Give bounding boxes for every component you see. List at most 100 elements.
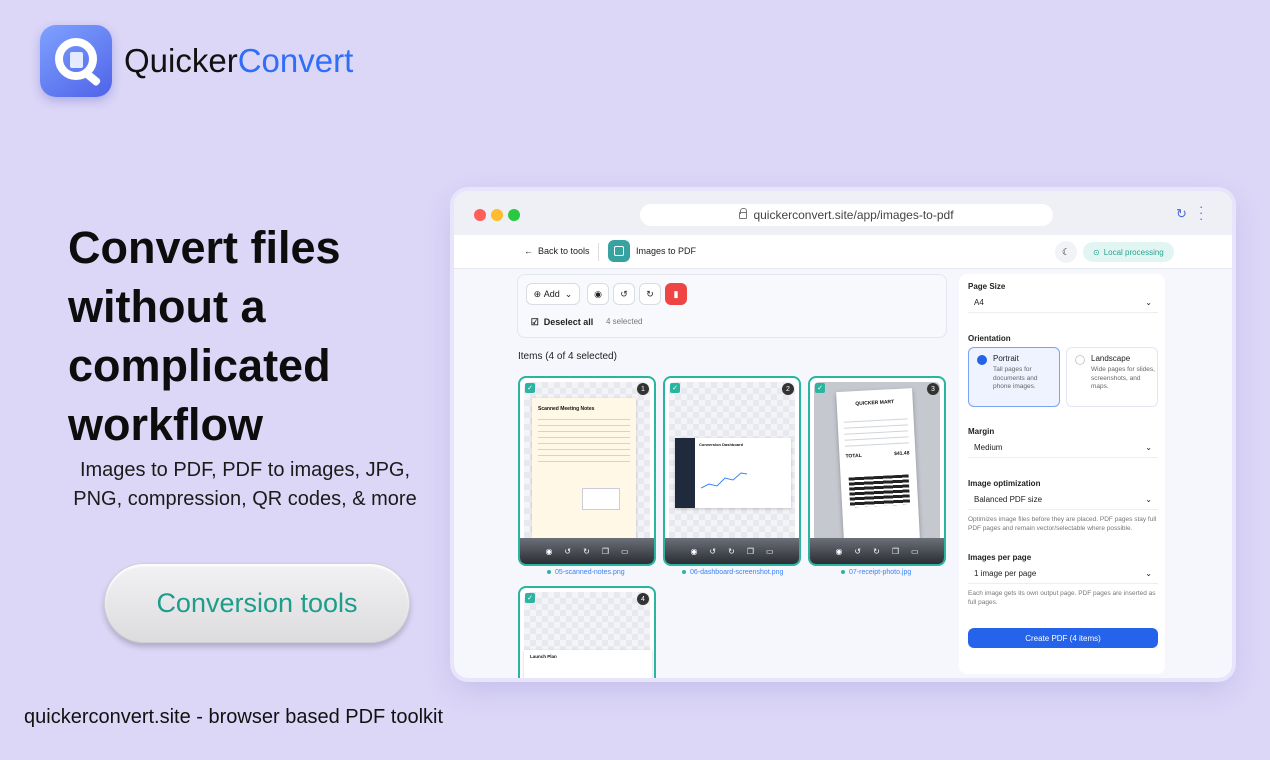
shield-check-icon: ⊙ xyxy=(1093,247,1100,257)
item-card[interactable]: QUICKER MART TOTAL $41.48 ✓ 3 ◉ ↺ ↻ ❐ ▭ xyxy=(808,376,946,566)
hero-headline: Convert files without a complicated work… xyxy=(68,222,341,450)
item-filename: 07-receipt-photo.jpg xyxy=(841,569,911,576)
images-per-page-select[interactable]: 1 image per page ⌄ xyxy=(968,564,1158,584)
item-card[interactable]: Conversion Dashboard ✓ 2 ◉ ↺ ↻ ❐ ▭ xyxy=(663,376,801,566)
optimization-select[interactable]: Balanced PDF size ⌄ xyxy=(968,490,1158,510)
back-to-tools-link[interactable]: ← Back to tools xyxy=(524,246,590,256)
image-icon xyxy=(608,240,630,262)
divider xyxy=(598,243,599,261)
portrait-option[interactable]: Portrait Tall pages for documents and ph… xyxy=(968,347,1060,407)
tool-title: Images to PDF xyxy=(636,246,697,256)
close-window-icon[interactable] xyxy=(474,209,486,221)
item-actions: ◉ ↺ ↻ ❐ ▭ xyxy=(665,538,799,564)
address-bar[interactable]: quickerconvert.site/app/images-to-pdf xyxy=(640,204,1053,226)
page-size-select[interactable]: A4 ⌄ xyxy=(968,293,1158,313)
rotate-left-icon[interactable]: ↺ xyxy=(709,547,716,556)
item-filename: 05-scanned-notes.png xyxy=(547,569,625,576)
trash-icon[interactable]: ▭ xyxy=(621,547,629,556)
rotate-right-icon: ↻ xyxy=(646,288,654,299)
chevron-down-icon: ⌄ xyxy=(1145,569,1152,578)
items-title: Items (4 of 4 selected) xyxy=(518,351,617,362)
item-number: 4 xyxy=(637,593,649,605)
landscape-option[interactable]: Landscape Wide pages for slides, screens… xyxy=(1066,347,1158,407)
chevron-down-icon: ⌄ xyxy=(1145,443,1152,452)
preview-eye-button[interactable]: ◉ xyxy=(587,283,609,305)
check-icon[interactable]: ✓ xyxy=(525,383,535,393)
margin-label: Margin xyxy=(968,427,995,436)
delete-button[interactable]: ▮ xyxy=(665,283,687,305)
trash-icon[interactable]: ▭ xyxy=(766,547,774,556)
preview-thumbnail: Conversion Dashboard xyxy=(675,438,791,508)
duplicate-icon[interactable]: ❐ xyxy=(747,547,754,556)
item-card[interactable]: Launch Plan ✓ 4 xyxy=(518,586,656,678)
margin-select[interactable]: Medium ⌄ xyxy=(968,438,1158,458)
footer-text: quickerconvert.site - browser based PDF … xyxy=(24,706,444,728)
rotate-left-icon[interactable]: ↺ xyxy=(854,547,861,556)
item-number: 2 xyxy=(782,383,794,395)
app-header: ← Back to tools Images to PDF ☾ ⊙ Local p… xyxy=(454,235,1232,269)
images-per-page-label: Images per page xyxy=(968,553,1032,562)
trash-icon[interactable]: ▭ xyxy=(911,547,919,556)
check-icon[interactable]: ✓ xyxy=(525,593,535,603)
rotate-right-button[interactable]: ↻ xyxy=(639,283,661,305)
rotate-right-icon[interactable]: ↻ xyxy=(583,547,590,556)
eye-icon: ◉ xyxy=(594,288,602,299)
images-per-page-help: Each image gets its own output page. PDF… xyxy=(968,590,1156,606)
item-card[interactable]: Scanned Meeting Notes ✓ 1 ◉ ↺ ↻ ❐ ▭ xyxy=(518,376,656,566)
eye-icon[interactable]: ◉ xyxy=(545,547,552,556)
chevron-down-icon: ⌄ xyxy=(1145,495,1152,504)
quickerconvert-logo-icon xyxy=(40,25,112,97)
radio-icon xyxy=(1075,355,1085,365)
add-button[interactable]: ⊕ Add ⌄ xyxy=(526,283,580,305)
duplicate-icon[interactable]: ❐ xyxy=(602,547,609,556)
rotate-left-icon[interactable]: ↺ xyxy=(564,547,571,556)
selected-count: 4 selected xyxy=(606,317,643,326)
conversion-tools-button[interactable]: Conversion tools xyxy=(104,563,410,643)
reload-icon[interactable]: ↻ xyxy=(1176,206,1187,222)
rotate-right-icon[interactable]: ↻ xyxy=(873,547,880,556)
hero-subtitle: Images to PDF, PDF to images, JPG, PNG, … xyxy=(73,459,417,510)
brand-name: QuickerConvert xyxy=(124,42,354,79)
preview-thumbnail: QUICKER MART TOTAL $41.48 xyxy=(836,388,920,542)
more-menu-icon[interactable]: · · · xyxy=(1199,200,1203,225)
eye-icon[interactable]: ◉ xyxy=(690,547,697,556)
rotate-left-button[interactable]: ↺ xyxy=(613,283,635,305)
deselect-all-button[interactable]: ☑ Deselect all xyxy=(526,311,598,333)
brand-logo: QuickerConvert xyxy=(40,25,353,97)
rotate-right-icon[interactable]: ↻ xyxy=(728,547,735,556)
checkbox-icon: ☑ xyxy=(530,316,539,327)
items-toolbar: ⊕ Add ⌄ ◉ ↺ ↻ ▮ ☑ Deselect all 4 selecte… xyxy=(517,274,947,338)
chevron-down-icon: ⌄ xyxy=(564,288,573,299)
check-icon[interactable]: ✓ xyxy=(815,383,825,393)
duplicate-icon[interactable]: ❐ xyxy=(892,547,899,556)
minimize-window-icon[interactable] xyxy=(491,209,503,221)
settings-panel: Page Size A4 ⌄ Orientation Portrait Tall … xyxy=(959,274,1165,674)
eye-icon[interactable]: ◉ xyxy=(835,547,842,556)
browser-window: quickerconvert.site/app/images-to-pdf ↻ … xyxy=(454,191,1232,678)
item-actions: ◉ ↺ ↻ ❐ ▭ xyxy=(520,538,654,564)
page-size-label: Page Size xyxy=(968,282,1006,291)
plus-circle-icon: ⊕ xyxy=(533,288,542,299)
chevron-down-icon: ⌄ xyxy=(1145,298,1152,307)
item-number: 1 xyxy=(637,383,649,395)
rotate-left-icon: ↺ xyxy=(620,288,628,299)
browser-chrome: quickerconvert.site/app/images-to-pdf ↻ … xyxy=(454,191,1232,235)
url-text: quickerconvert.site/app/images-to-pdf xyxy=(753,208,954,222)
theme-toggle-moon-icon[interactable]: ☾ xyxy=(1055,241,1077,263)
optimization-help: Optimizes image files before they are pl… xyxy=(968,516,1157,532)
item-filename: 06-dashboard-screenshot.png xyxy=(682,569,783,576)
create-pdf-button[interactable]: Create PDF (4 items) xyxy=(968,628,1158,648)
preview-thumbnail: Scanned Meeting Notes xyxy=(532,398,636,542)
radio-selected-icon xyxy=(977,355,987,365)
item-actions: ◉ ↺ ↻ ❐ ▭ xyxy=(810,538,944,564)
local-processing-badge: ⊙ Local processing xyxy=(1083,242,1174,262)
trash-icon: ▮ xyxy=(673,288,679,299)
maximize-window-icon[interactable] xyxy=(508,209,520,221)
check-icon[interactable]: ✓ xyxy=(670,383,680,393)
preview-thumbnail: Launch Plan xyxy=(524,650,652,678)
arrow-left-icon: ← xyxy=(524,246,533,256)
orientation-label: Orientation xyxy=(968,334,1011,343)
lock-icon xyxy=(739,207,748,219)
item-number: 3 xyxy=(927,383,939,395)
optimization-label: Image optimization xyxy=(968,479,1041,488)
